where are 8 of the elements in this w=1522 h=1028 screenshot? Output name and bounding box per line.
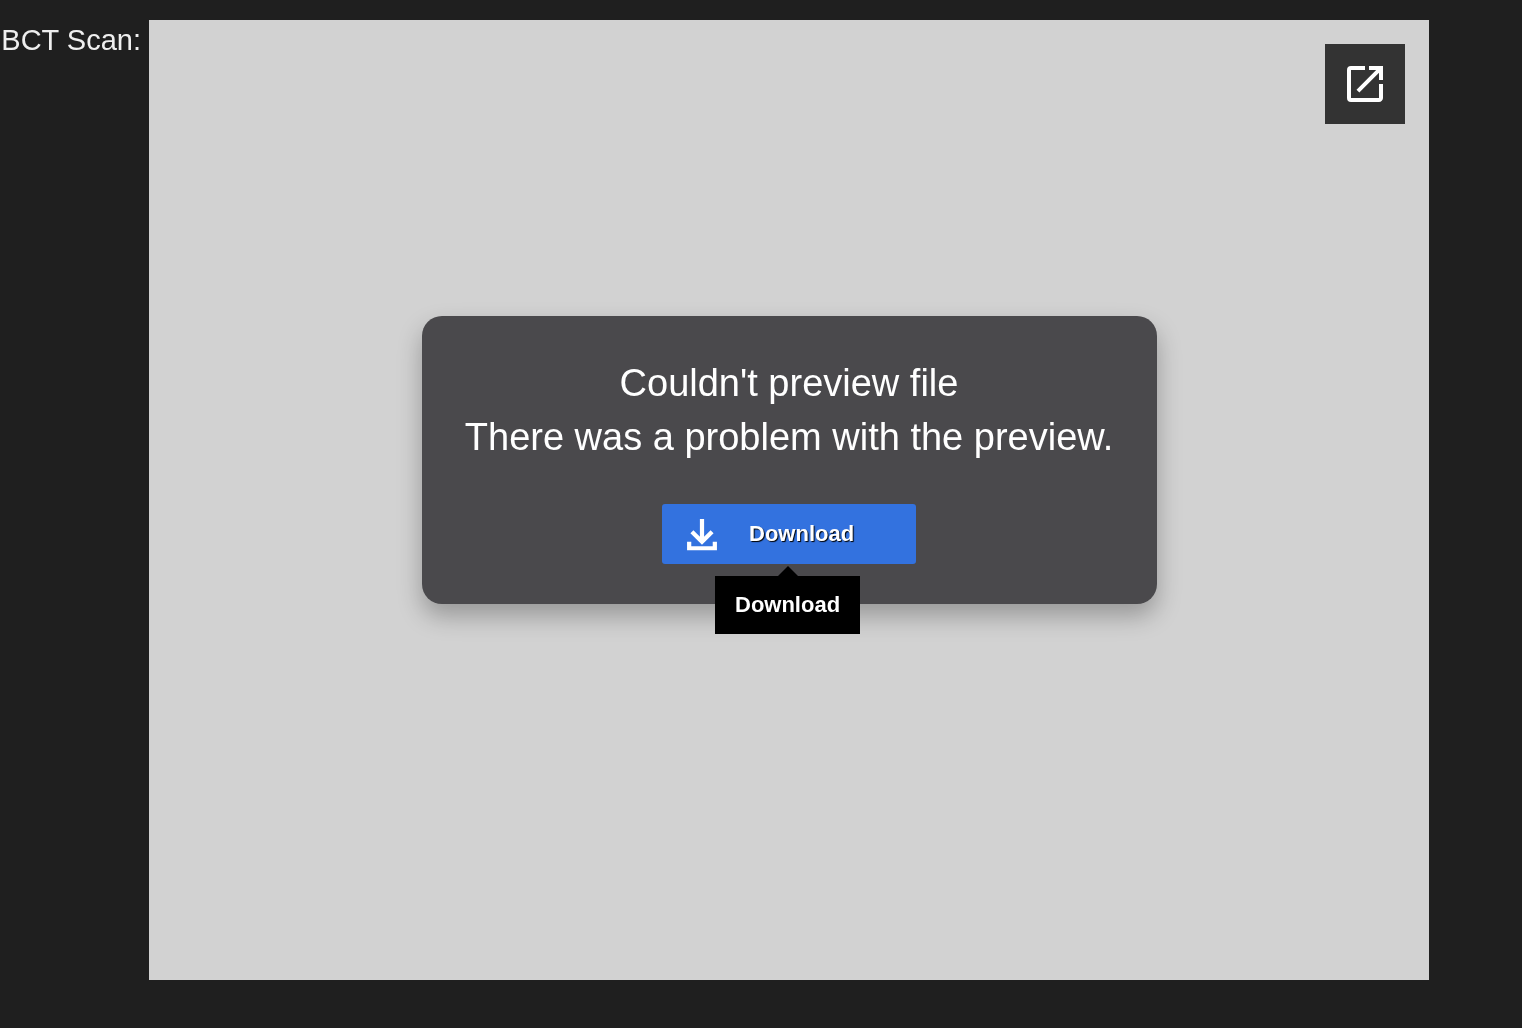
field-label: BCT Scan: [1,24,141,56]
tooltip: Download [715,566,861,634]
download-button[interactable]: Download [662,504,916,564]
dialog-title: Couldn't preview file [619,361,959,406]
external-link-icon [1347,66,1383,102]
download-icon [686,517,718,551]
error-message: There was a problem with the preview. [464,415,1114,460]
open-in-new-window-button[interactable] [1325,44,1405,124]
